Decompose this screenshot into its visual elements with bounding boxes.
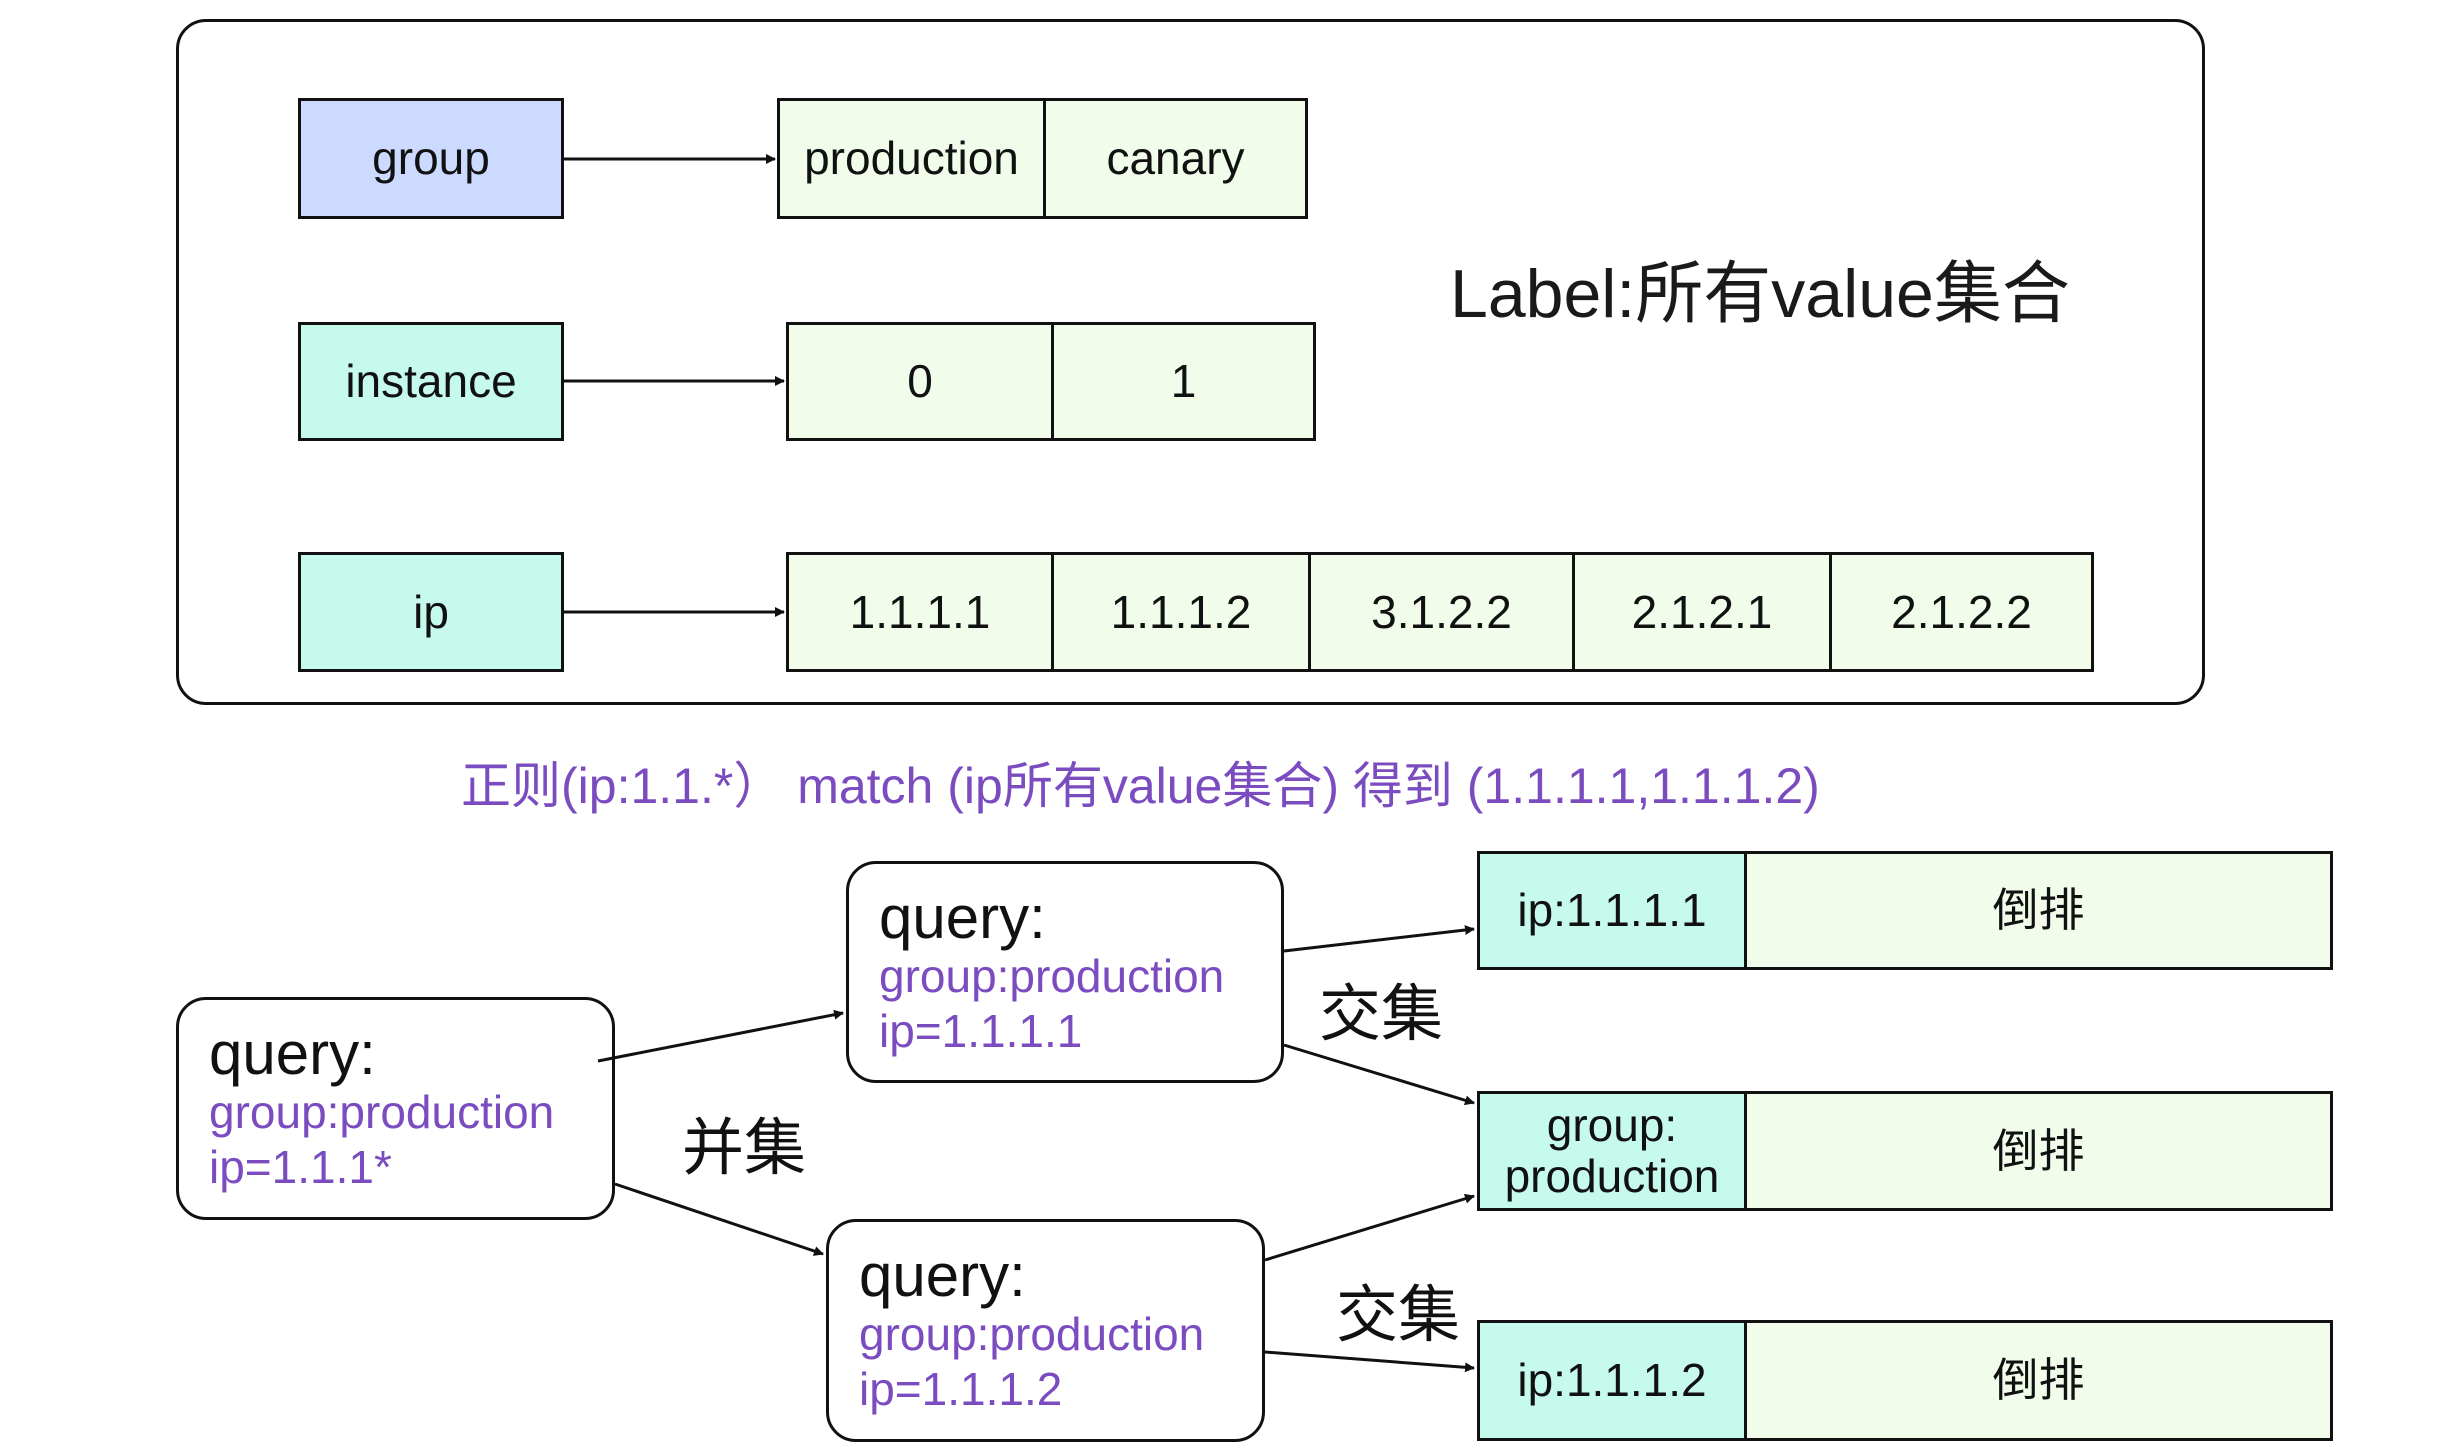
arrow-sub2-to-group — [1264, 1193, 1475, 1262]
arrow-sub2-to-ip2 — [1264, 1350, 1475, 1373]
arrow-sub1-to-group — [1283, 1043, 1475, 1106]
connector-arrows: svg.arrows line { marker-end:url(#ah); }… — [564, 154, 1475, 1373]
arrow-sub1-to-ip1 — [1283, 925, 1475, 953]
arrow-root-to-sub2 — [614, 1182, 824, 1256]
arrow-root-to-sub1 — [597, 1009, 844, 1063]
